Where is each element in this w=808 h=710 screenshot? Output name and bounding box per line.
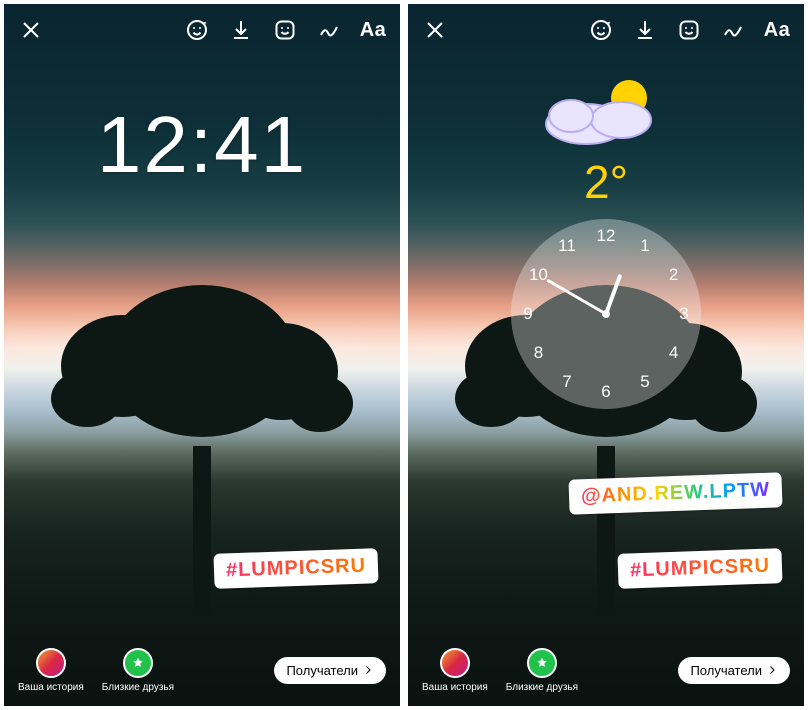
recipients-label: Получатели xyxy=(690,663,762,678)
analog-clock-sticker[interactable]: 121234567891011 xyxy=(511,219,701,409)
avatar-icon xyxy=(440,648,470,678)
clock-number: 5 xyxy=(640,372,649,392)
sticker-icon[interactable] xyxy=(676,17,702,43)
close-icon[interactable] xyxy=(18,17,44,43)
face-filter-icon[interactable] xyxy=(588,17,614,43)
star-icon xyxy=(123,648,153,678)
mention-sticker[interactable]: @AND.REW.LPTW xyxy=(568,472,782,514)
draw-icon[interactable] xyxy=(316,17,342,43)
chevron-right-icon xyxy=(766,664,778,676)
your-story-label: Ваша история xyxy=(18,682,84,693)
topbar-actions: Aa xyxy=(184,17,386,43)
temperature-label: 2° xyxy=(531,155,681,209)
close-icon[interactable] xyxy=(422,17,448,43)
bottom-bar: Ваша история Близкие друзья Получатели xyxy=(4,640,400,706)
recipients-button[interactable]: Получатели xyxy=(678,657,790,684)
clock-number: 3 xyxy=(679,304,688,324)
close-friends-label: Близкие друзья xyxy=(102,682,174,693)
topbar-actions: Aa xyxy=(588,17,790,43)
download-icon[interactable] xyxy=(632,17,658,43)
clock-center xyxy=(602,310,610,318)
star-icon xyxy=(527,648,557,678)
clock-number: 8 xyxy=(534,343,543,363)
text-tool-button[interactable]: Aa xyxy=(764,17,790,43)
clock-number: 12 xyxy=(597,226,616,246)
draw-icon[interactable] xyxy=(720,17,746,43)
your-story-button[interactable]: Ваша история xyxy=(18,648,84,693)
hashtag-text: #LUMPICSRU xyxy=(630,555,771,582)
mention-text: @AND.REW.LPTW xyxy=(581,479,771,508)
your-story-label: Ваша история xyxy=(422,682,488,693)
face-filter-icon[interactable] xyxy=(184,17,210,43)
avatar-icon xyxy=(36,648,66,678)
clock-number: 9 xyxy=(523,304,532,324)
clock-number: 6 xyxy=(601,382,610,402)
bottom-bar: Ваша история Близкие друзья Получатели xyxy=(408,640,804,706)
hashtag-sticker[interactable]: #LUMPICSRU xyxy=(213,548,378,589)
recipients-label: Получатели xyxy=(286,663,358,678)
clock-number: 11 xyxy=(558,236,576,256)
hashtag-text: #LUMPICSRU xyxy=(226,555,367,582)
clock-number: 2 xyxy=(669,265,678,285)
close-friends-button[interactable]: Близкие друзья xyxy=(102,648,174,693)
story-editor-left: Aa 12:41 #LUMPICSRU Ваша история Близкие… xyxy=(4,4,400,706)
clock-number: 10 xyxy=(529,265,548,285)
clock-number: 1 xyxy=(640,236,649,256)
close-friends-label: Близкие друзья xyxy=(506,682,578,693)
chevron-right-icon xyxy=(362,664,374,676)
story-editor-right: Aa 2° 121234567891011 @AND.REW.LPTW #LUM… xyxy=(408,4,804,706)
hour-hand xyxy=(604,274,622,315)
your-story-button[interactable]: Ваша история xyxy=(422,648,488,693)
time-sticker[interactable]: 12:41 xyxy=(4,99,400,191)
minute-hand xyxy=(546,279,606,316)
hashtag-sticker[interactable]: #LUMPICSRU xyxy=(617,548,782,589)
cloud-sun-icon xyxy=(531,74,681,154)
close-friends-button[interactable]: Близкие друзья xyxy=(506,648,578,693)
clock-number: 4 xyxy=(669,343,678,363)
topbar: Aa xyxy=(408,4,804,56)
text-tool-button[interactable]: Aa xyxy=(360,17,386,43)
sticker-icon[interactable] xyxy=(272,17,298,43)
recipients-button[interactable]: Получатели xyxy=(274,657,386,684)
download-icon[interactable] xyxy=(228,17,254,43)
topbar: Aa xyxy=(4,4,400,56)
clock-number: 7 xyxy=(562,372,571,392)
weather-sticker[interactable]: 2° xyxy=(531,74,681,209)
